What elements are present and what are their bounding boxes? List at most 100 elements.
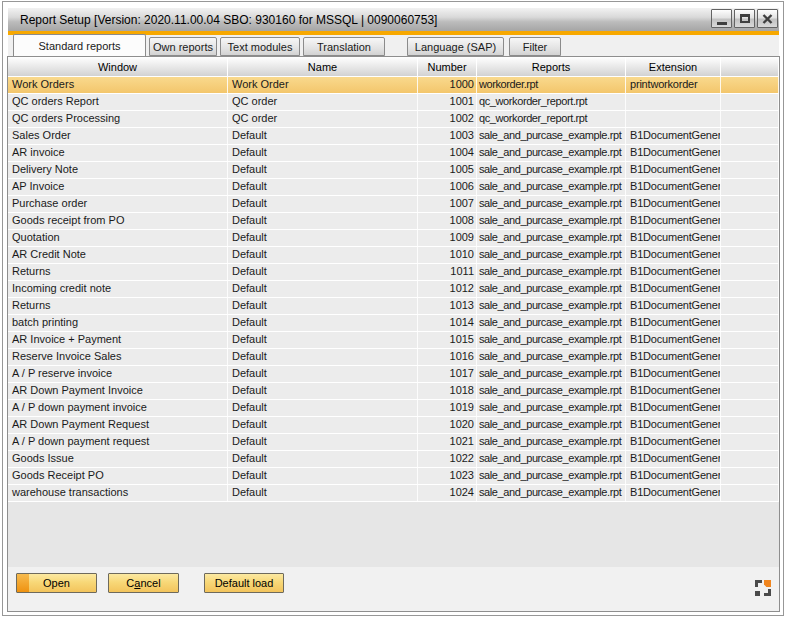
tab-text-modules[interactable]: Text modules [220, 37, 300, 56]
table-row[interactable]: AR Invoice + PaymentDefault1015sale_and_… [8, 332, 779, 349]
cell-number: 1007 [418, 196, 477, 212]
cell-filler [721, 77, 779, 93]
close-icon [762, 14, 773, 24]
window-controls [711, 9, 778, 28]
cell-filler [721, 417, 779, 433]
tab-standard-reports[interactable]: Standard reports [13, 34, 146, 56]
cell-reports: sale_and_purcase_example.rpt [477, 179, 626, 195]
table-row[interactable]: Sales OrderDefault1003sale_and_purcase_e… [8, 128, 779, 145]
table-row[interactable]: Incoming credit noteDefault1012sale_and_… [8, 281, 779, 298]
cell-window: Returns [8, 298, 228, 314]
button-panel: Open Cancel Default load [8, 567, 779, 611]
cell-filler [721, 111, 779, 127]
cancel-button[interactable]: Cancel [108, 573, 179, 593]
cell-number: 1002 [418, 111, 477, 127]
cell-reports: sale_and_purcase_example.rpt [477, 196, 626, 212]
table-row[interactable]: Goods receipt from PODefault1008sale_and… [8, 213, 779, 230]
title-bar[interactable]: Report Setup [Version: 2020.11.00.04 SBO… [8, 8, 779, 31]
table-row[interactable]: AP InvoiceDefault1006sale_and_purcase_ex… [8, 179, 779, 196]
cell-name: Default [228, 434, 418, 450]
cell-filler [721, 264, 779, 280]
table-row[interactable]: A / P down payment requestDefault1021sal… [8, 434, 779, 451]
table-row[interactable]: QC orders ProcessingQC order1002qc_worko… [8, 111, 779, 128]
cell-filler [721, 400, 779, 416]
table-row[interactable]: Work OrdersWork Order1000workorder.rptpr… [8, 77, 779, 94]
cell-name: Default [228, 213, 418, 229]
cell-filler [721, 213, 779, 229]
cell-number: 1021 [418, 434, 477, 450]
table-row[interactable]: Goods Receipt PODefault1023sale_and_purc… [8, 468, 779, 485]
minimize-button[interactable] [711, 9, 732, 28]
table-row[interactable]: AR Down Payment RequestDefault1020sale_a… [8, 417, 779, 434]
cell-reports: workorder.rpt [477, 77, 626, 93]
tab-filter[interactable]: Filter [509, 37, 561, 56]
cell-name: Default [228, 451, 418, 467]
resize-icon[interactable] [755, 580, 771, 596]
cell-name: Default [228, 332, 418, 348]
cell-name: Default [228, 281, 418, 297]
open-button-accent [17, 574, 29, 592]
cell-window: AR Down Payment Request [8, 417, 228, 433]
table-row[interactable]: warehouse transactionsDefault1024sale_an… [8, 485, 779, 502]
table-row[interactable]: AR Credit NoteDefault1010sale_and_purcas… [8, 247, 779, 264]
table-row[interactable]: QuotationDefault1009sale_and_purcase_exa… [8, 230, 779, 247]
table-row[interactable]: Goods IssueDefault1022sale_and_purcase_e… [8, 451, 779, 468]
cell-number: 1010 [418, 247, 477, 263]
cell-filler [721, 298, 779, 314]
tab-translation[interactable]: Translation [303, 37, 385, 56]
cell-number: 1004 [418, 145, 477, 161]
tab-language-sap[interactable]: Language (SAP) [407, 37, 504, 56]
cell-extension: printworkorder [626, 77, 721, 93]
cell-extension: B1DocumentGenera [626, 264, 721, 280]
table-row[interactable]: Delivery NoteDefault1005sale_and_purcase… [8, 162, 779, 179]
table-row[interactable]: A / P reserve invoiceDefault1017sale_and… [8, 366, 779, 383]
maximize-button[interactable] [734, 9, 755, 28]
maximize-icon [740, 14, 750, 23]
table-row[interactable]: batch printingDefault1014sale_and_purcas… [8, 315, 779, 332]
cell-name: Default [228, 315, 418, 331]
table-row[interactable]: AR Down Payment InvoiceDefault1018sale_a… [8, 383, 779, 400]
cell-window: Reserve Invoice Sales [8, 349, 228, 365]
cell-extension: B1DocumentGenera [626, 417, 721, 433]
cell-reports: sale_and_purcase_example.rpt [477, 383, 626, 399]
table-row[interactable]: Reserve Invoice SalesDefault1016sale_and… [8, 349, 779, 366]
default-load-button[interactable]: Default load [204, 573, 284, 593]
column-header-extension[interactable]: Extension [626, 57, 721, 76]
cell-reports: sale_and_purcase_example.rpt [477, 213, 626, 229]
cell-extension: B1DocumentGenera [626, 281, 721, 297]
table-row[interactable]: A / P down payment invoiceDefault1019sal… [8, 400, 779, 417]
cell-name: Default [228, 247, 418, 263]
cell-extension: B1DocumentGenera [626, 162, 721, 178]
cell-window: Delivery Note [8, 162, 228, 178]
cell-window: QC orders Report [8, 94, 228, 110]
cell-name: Default [228, 400, 418, 416]
cell-window: Goods Issue [8, 451, 228, 467]
cell-reports: sale_and_purcase_example.rpt [477, 247, 626, 263]
cell-extension: B1DocumentGenera [626, 400, 721, 416]
column-header-name[interactable]: Name [228, 57, 418, 76]
cell-filler [721, 366, 779, 382]
cell-number: 1022 [418, 451, 477, 467]
tab-own-reports[interactable]: Own reports [149, 37, 217, 56]
cell-name: Default [228, 145, 418, 161]
column-header-number[interactable]: Number [418, 57, 477, 76]
table-row[interactable]: ReturnsDefault1013sale_and_purcase_examp… [8, 298, 779, 315]
table-row[interactable]: ReturnsDefault1011sale_and_purcase_examp… [8, 264, 779, 281]
cell-window: AR Down Payment Invoice [8, 383, 228, 399]
column-header-reports[interactable]: Reports [477, 57, 626, 76]
table-row[interactable]: AR invoiceDefault1004sale_and_purcase_ex… [8, 145, 779, 162]
cell-reports: sale_and_purcase_example.rpt [477, 468, 626, 484]
table-row[interactable]: Purchase orderDefault1007sale_and_purcas… [8, 196, 779, 213]
column-header-window[interactable]: Window [8, 57, 228, 76]
cell-filler [721, 383, 779, 399]
cell-window: AP Invoice [8, 179, 228, 195]
cell-name: Work Order [228, 77, 418, 93]
cell-window: A / P down payment request [8, 434, 228, 450]
open-button[interactable]: Open [16, 573, 97, 593]
close-button[interactable] [757, 9, 778, 28]
cell-extension: B1DocumentGenera [626, 332, 721, 348]
cell-number: 1016 [418, 349, 477, 365]
cell-number: 1012 [418, 281, 477, 297]
cell-extension: B1DocumentGenera [626, 366, 721, 382]
table-row[interactable]: QC orders ReportQC order1001qc_workorder… [8, 94, 779, 111]
